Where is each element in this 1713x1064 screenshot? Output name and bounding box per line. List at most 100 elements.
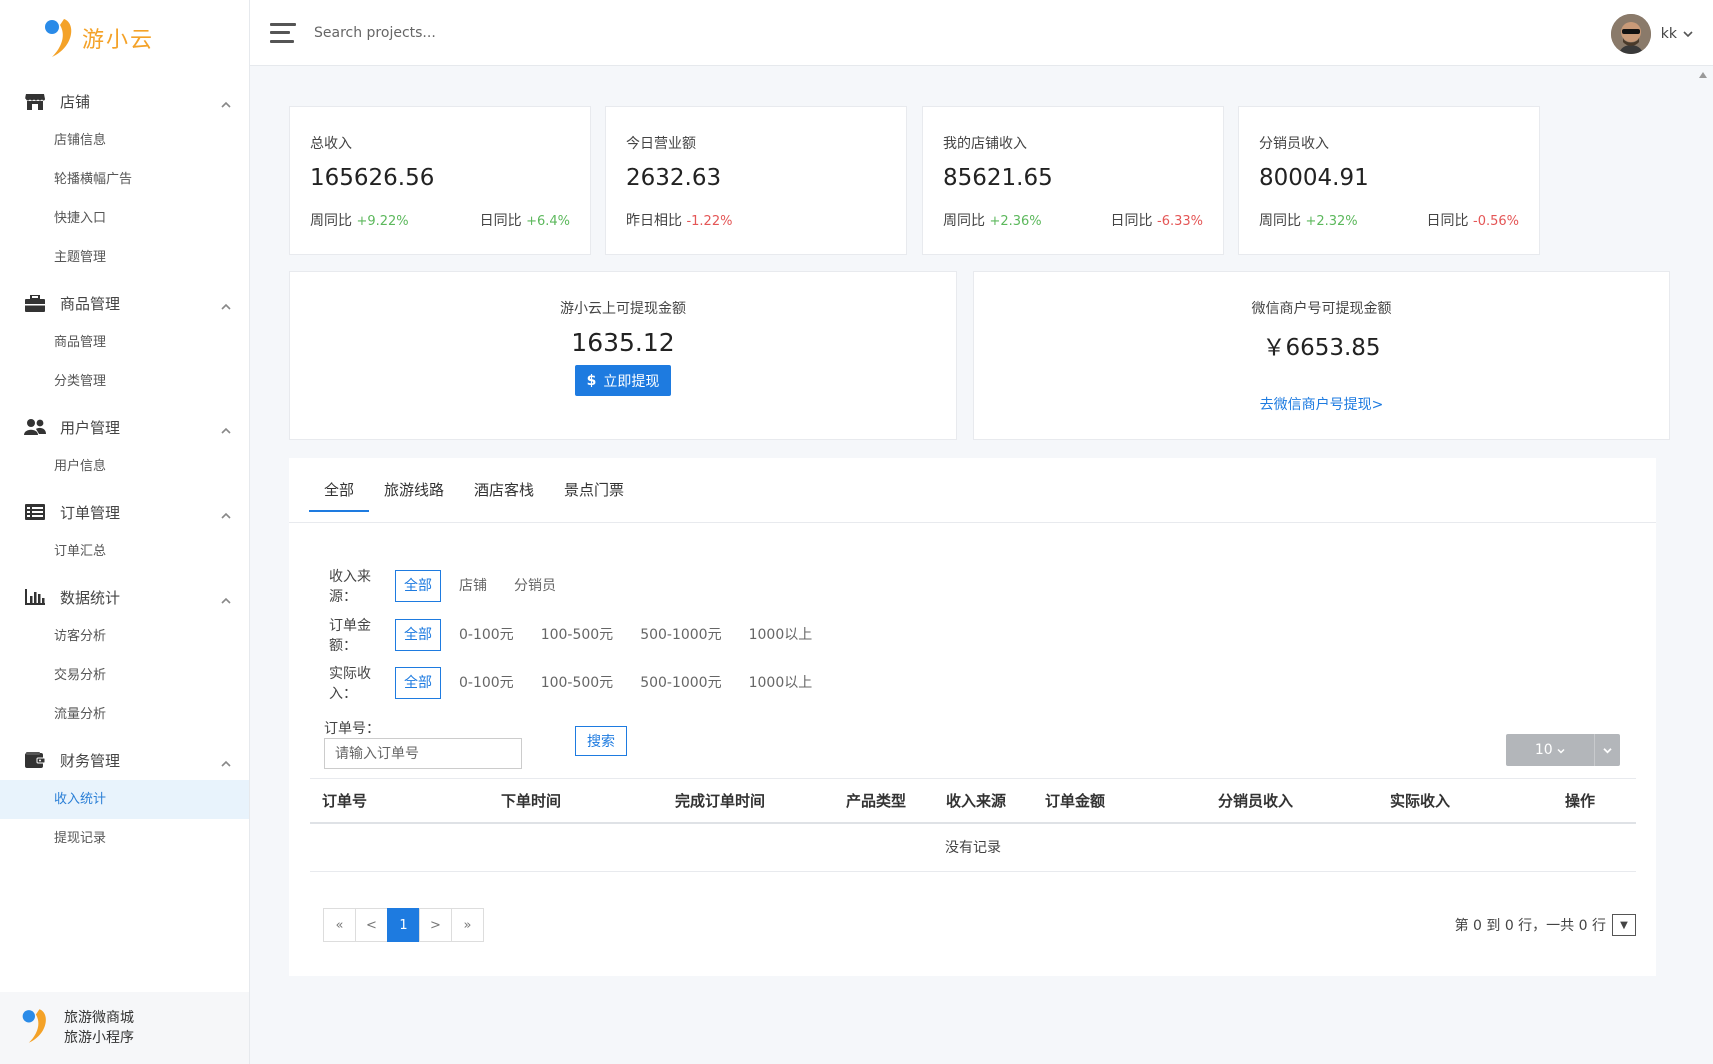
sidebar-item[interactable]: 收入统计 [0,780,249,819]
sidebar-item[interactable]: 提现记录 [0,819,249,858]
withdraw-now-button[interactable]: $ 立即提现 [574,365,672,396]
column-header[interactable]: 订单号 [322,779,367,823]
chevron-up-icon [221,507,231,519]
next-page-button[interactable]: > [419,908,452,942]
username: kk [1660,26,1677,42]
chevron-up-icon [221,298,231,310]
order-number-input[interactable] [324,738,522,769]
store-icon [24,92,46,110]
stat-value: 85621.65 [943,165,1053,191]
sidebar-item[interactable]: 轮播横幅广告 [0,160,249,199]
footer-line-1: 旅游微商城 [64,1010,134,1026]
footer-line-2: 旅游小程序 [64,1030,134,1046]
chevron-up-icon [221,592,231,604]
sidebar-item[interactable]: 交易分析 [0,656,249,695]
footer-logo-icon [20,1007,50,1049]
sidebar-item[interactable]: 访客分析 [0,617,249,656]
filter-option[interactable]: 1000以上 [740,667,822,699]
first-page-button[interactable]: « [323,908,356,942]
filter-option[interactable]: 店铺 [450,570,496,602]
tab[interactable]: 景点门票 [549,458,639,522]
wechat-withdraw-value: ￥6653.85 [1262,335,1381,361]
filter-option[interactable]: 1000以上 [740,619,822,651]
sidebar-group: 数据统计 访客分析 交易分析 流量分析 [0,577,249,734]
chevron-down-icon [1557,748,1565,754]
order-number-label: 订单号： [324,721,380,737]
tab[interactable]: 旅游线路 [369,458,459,522]
filter-option[interactable]: 100-500元 [532,667,623,699]
sidebar-item[interactable]: 快捷入口 [0,199,249,238]
stat-title: 我的店铺收入 [943,136,1027,152]
filter-row: 订单金额： 全部 0-100元 100-500元 500-1000元 1000以上 [329,615,830,655]
sidebar-group-header[interactable]: 店铺 [0,81,249,121]
search-projects-input[interactable] [314,24,614,41]
stat-compare-right: 日同比 -6.33% [1110,213,1203,229]
column-header[interactable]: 产品类型 [846,779,906,823]
page-1-button[interactable]: 1 [387,908,420,942]
sidebar-item[interactable]: 用户信息 [0,447,249,486]
column-header[interactable]: 下单时间 [501,779,561,823]
filter-label: 收入来源： [329,569,371,605]
stat-card: 分销员收入 80004.91 周同比 +2.32% 日同比 -0.56% [1238,106,1540,255]
column-header[interactable]: 实际收入 [1390,779,1450,823]
dollar-icon: $ [586,372,597,389]
chevron-down-icon[interactable] [1594,734,1620,766]
stat-compare-left: 周同比 +2.32% [1259,213,1358,229]
caret-down-icon[interactable]: ▼ [1612,914,1636,936]
platform-withdraw-value: 1635.12 [571,328,675,357]
filter-option[interactable]: 0-100元 [450,619,523,651]
sidebar-group-header[interactable]: 订单管理 [0,492,249,532]
sidebar-group-label: 商品管理 [60,294,121,313]
wechat-withdraw-link[interactable]: 去微信商户号提现> [1260,394,1384,414]
sidebar-group-label: 店铺 [60,92,91,111]
prev-page-button[interactable]: < [355,908,388,942]
filter-label: 订单金额： [329,618,371,654]
stat-title: 分销员收入 [1259,136,1329,152]
column-header[interactable]: 分销员收入 [1218,779,1293,823]
sidebar-group-header[interactable]: 商品管理 [0,283,249,323]
logo[interactable]: 游小云 [0,0,249,75]
filter-option[interactable]: 100-500元 [532,619,623,651]
chevron-up-icon [221,422,231,434]
sidebar-group: 用户管理 用户信息 [0,407,249,486]
briefcase-icon [24,294,46,312]
wallet-icon [24,751,46,769]
menu-toggle-icon[interactable] [270,22,296,43]
column-header[interactable]: 订单金额 [1045,779,1105,823]
column-header[interactable]: 完成订单时间 [675,779,765,823]
pagination: « < 1 > » [323,908,484,942]
filter-option[interactable]: 分销员 [505,570,565,602]
last-page-button[interactable]: » [451,908,484,942]
table-empty-message: 没有记录 [310,824,1636,872]
sidebar-item[interactable]: 流量分析 [0,695,249,734]
avatar [1610,14,1651,54]
filter-option[interactable]: 全部 [395,570,441,602]
sidebar-group-header[interactable]: 用户管理 [0,407,249,447]
stat-title: 今日营业额 [626,136,696,152]
main-content: 总收入 165626.56 周同比 +9.22% 日同比 +6.4% 今日营业额 … [250,66,1713,1064]
sidebar-item[interactable]: 主题管理 [0,238,249,277]
stat-compare-left: 昨日相比 -1.22% [626,213,733,229]
sidebar-item[interactable]: 店铺信息 [0,121,249,160]
sidebar-group: 商品管理 商品管理 分类管理 [0,283,249,401]
filter-option[interactable]: 500-1000元 [631,667,730,699]
search-button[interactable]: 搜索 [575,726,627,756]
column-header[interactable]: 操作 [1565,779,1595,823]
stat-value: 165626.56 [310,165,435,191]
column-header[interactable]: 收入来源 [946,779,1006,823]
sidebar-item[interactable]: 订单汇总 [0,532,249,571]
page-size-select[interactable]: 10 [1506,734,1620,766]
filter-option[interactable]: 全部 [395,667,441,699]
filter-option[interactable]: 全部 [395,619,441,651]
sidebar-group-header[interactable]: 数据统计 [0,577,249,617]
sidebar-item[interactable]: 分类管理 [0,362,249,401]
tab[interactable]: 全部 [309,458,370,522]
user-menu[interactable]: kk [1610,14,1693,54]
sidebar-group-label: 数据统计 [60,588,121,607]
filter-option[interactable]: 0-100元 [450,667,523,699]
tab[interactable]: 酒店客栈 [459,458,549,522]
sidebar-group-header[interactable]: 财务管理 [0,740,249,780]
stat-card: 今日营业额 2632.63 昨日相比 -1.22% [605,106,907,255]
sidebar-item[interactable]: 商品管理 [0,323,249,362]
filter-option[interactable]: 500-1000元 [631,619,730,651]
